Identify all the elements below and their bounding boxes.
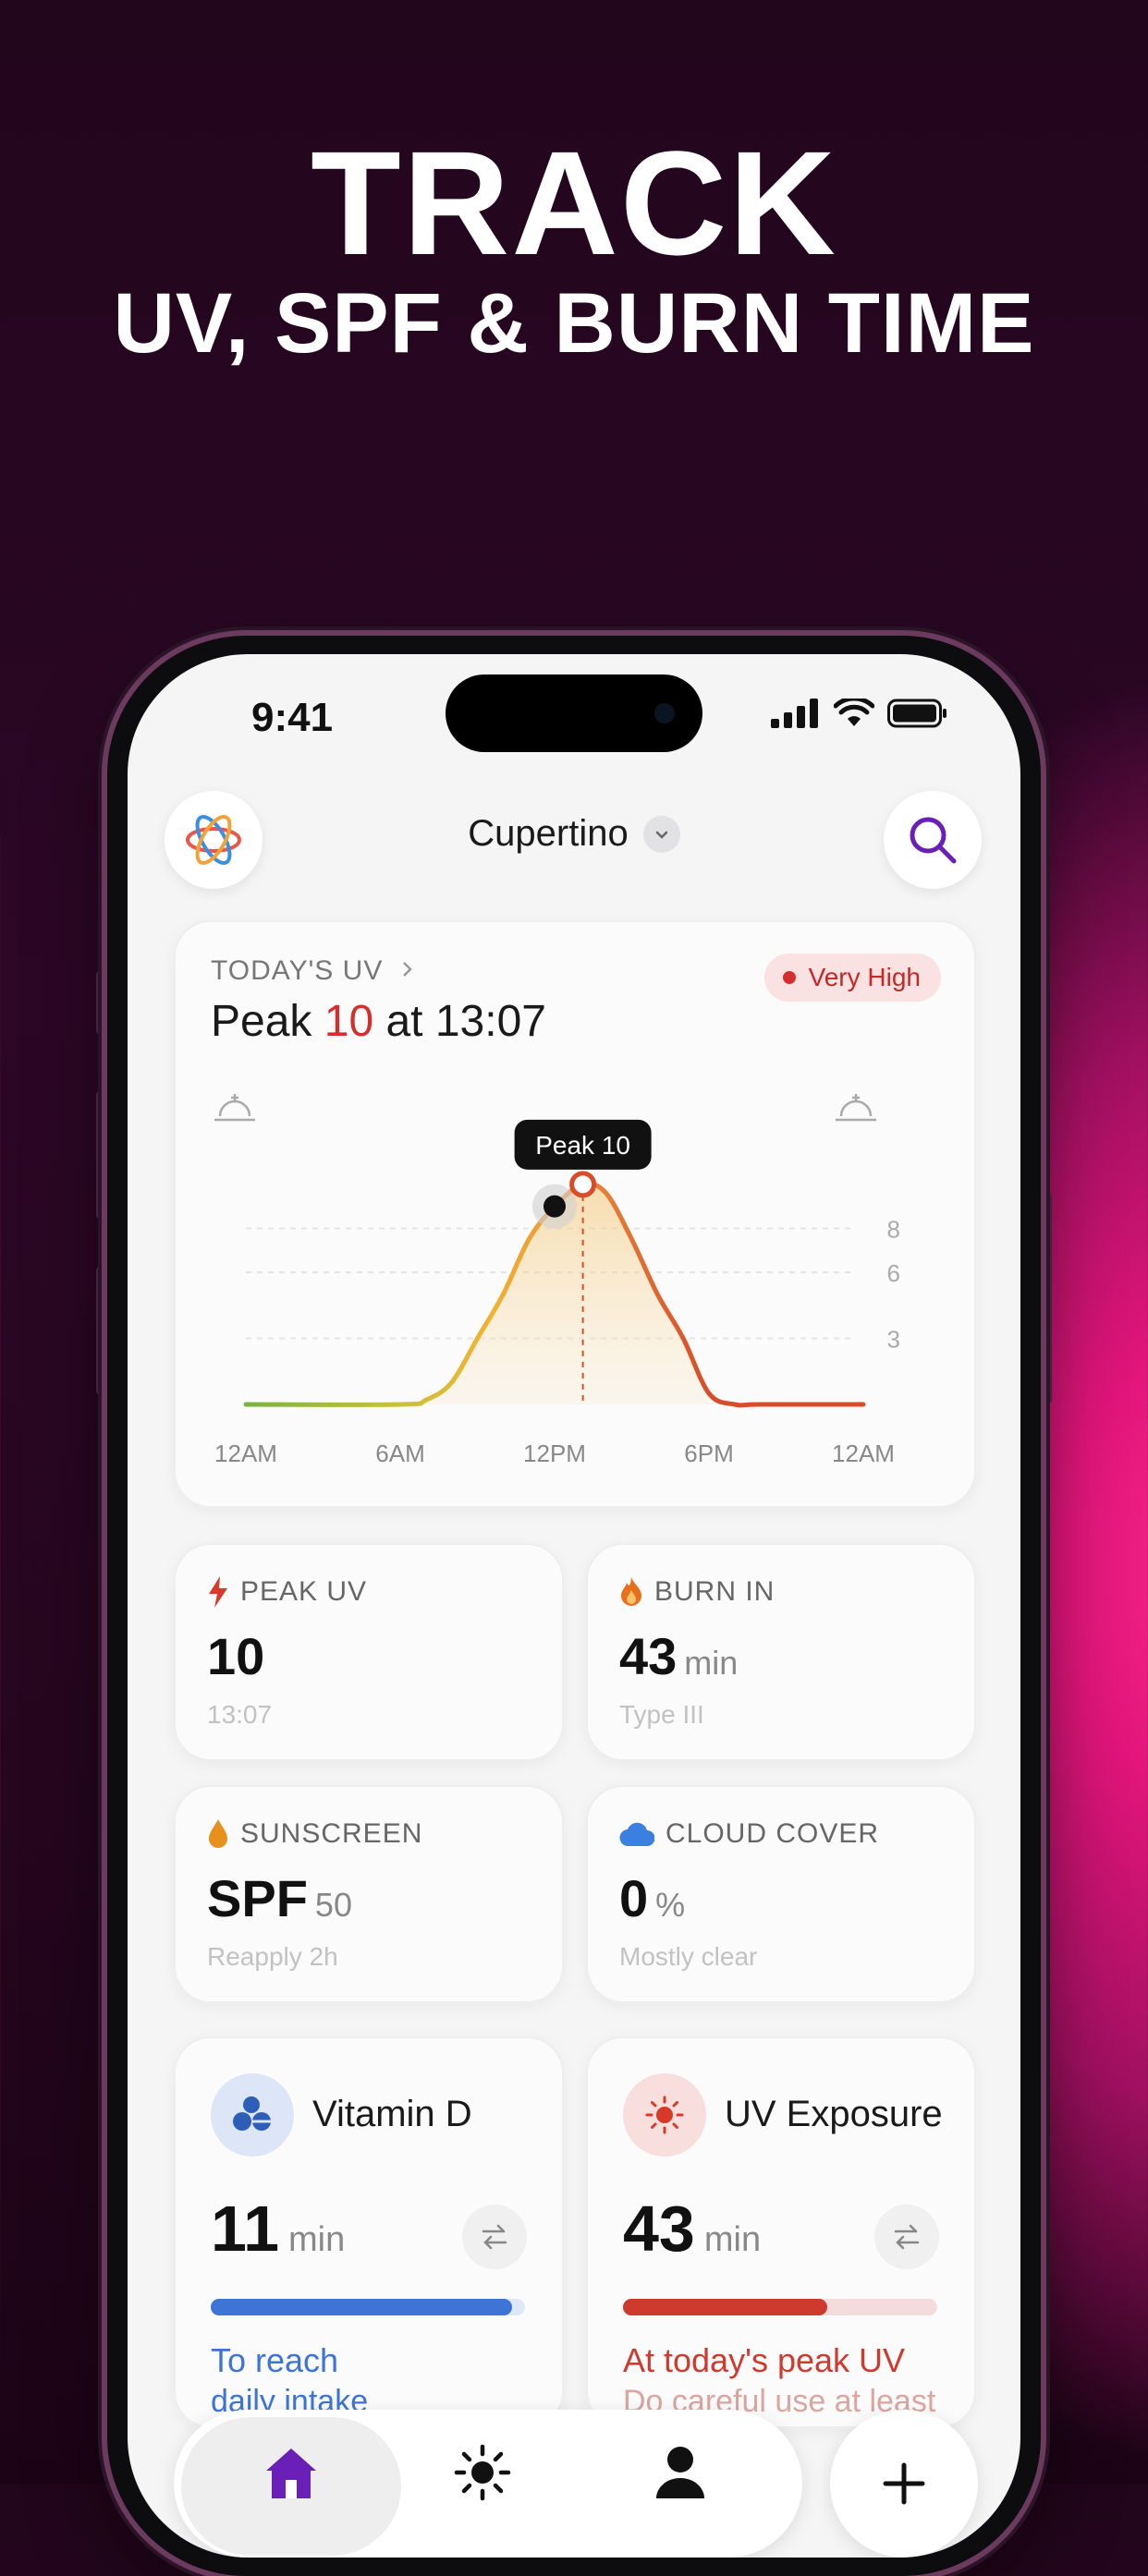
uv-exposure-note: At today's peak UV bbox=[623, 2341, 906, 2379]
y-tick-label: 3 bbox=[887, 1326, 900, 1354]
home-icon bbox=[266, 2448, 316, 2498]
lightning-icon bbox=[209, 1576, 227, 1608]
chevron-right-icon bbox=[402, 962, 412, 977]
cloud-description: Mostly clear bbox=[619, 1942, 758, 1971]
uv-chart[interactable]: 8 6 3 Peak 10 12AM 6AM 12PM 6PM 12AM bbox=[176, 1061, 974, 1486]
x-tick-label: 12AM bbox=[832, 1440, 895, 1467]
current-time-marker bbox=[543, 1195, 566, 1218]
side-button bbox=[96, 970, 105, 1035]
side-button bbox=[96, 1266, 105, 1395]
cloud-cover-value: 0% bbox=[619, 1869, 686, 1927]
uv-peak-summary: Peak 10 at 13:07 bbox=[211, 997, 546, 1046]
chevron-down-icon bbox=[642, 815, 680, 853]
status-badge: Very High bbox=[763, 954, 941, 1002]
skin-type: Type III bbox=[619, 1700, 704, 1729]
swap-icon[interactable] bbox=[462, 2205, 527, 2269]
peak-uv-time: 13:07 bbox=[207, 1700, 273, 1729]
side-button bbox=[96, 1090, 105, 1220]
flame-icon bbox=[621, 1577, 641, 1606]
swap-icon[interactable] bbox=[874, 2205, 939, 2269]
vitamin-d-note: To reach bbox=[211, 2341, 339, 2379]
y-tick-label: 8 bbox=[887, 1215, 900, 1243]
x-tick-label: 6AM bbox=[375, 1440, 424, 1467]
x-tick-label: 12PM bbox=[523, 1440, 586, 1467]
sun-icon bbox=[623, 2073, 706, 2157]
uv-exposure-card[interactable]: UV Exposure 43 min At today's peak UV Do … bbox=[586, 2036, 976, 2428]
cloud-cover-card[interactable]: CLOUD COVER 0% Mostly clear bbox=[586, 1785, 976, 2003]
search-button[interactable] bbox=[884, 791, 982, 889]
x-tick-label: 6PM bbox=[684, 1440, 733, 1467]
status-time: 9:41 bbox=[251, 695, 334, 740]
burn-in-card[interactable]: BURN IN 43 min Type III bbox=[586, 1543, 976, 1761]
uv-exposure-progress bbox=[623, 2299, 937, 2315]
wifi-icon bbox=[834, 699, 874, 726]
cloud-icon bbox=[619, 1822, 654, 1846]
signal-icon bbox=[771, 699, 818, 728]
app-screen: 9:41 Cupertino TODAY'S UV Peak 10 at 13:… bbox=[128, 654, 1020, 2558]
headline-title: TRACK bbox=[311, 120, 837, 286]
burn-in-value: 43 min bbox=[619, 1627, 739, 1685]
peak-uv-value: 10 bbox=[207, 1627, 265, 1685]
peak-uv-card[interactable]: PEAK UV 10 13:07 bbox=[174, 1543, 564, 1761]
vitamin-d-card[interactable]: Vitamin D 11 min To reach daily intake bbox=[174, 2036, 564, 2428]
vitamin-d-progress bbox=[211, 2299, 525, 2315]
tab-bar bbox=[174, 2410, 802, 2558]
today-uv-card[interactable]: TODAY'S UV Peak 10 at 13:07 Very High 8 … bbox=[174, 920, 976, 1508]
location-name: Cupertino bbox=[468, 813, 629, 854]
peak-point bbox=[569, 1171, 597, 1198]
search-icon bbox=[910, 817, 957, 864]
sun-tab-icon[interactable] bbox=[453, 2443, 512, 2502]
sunscreen-value: SPF 50 bbox=[207, 1869, 352, 1927]
side-button bbox=[1043, 1192, 1052, 1404]
profile-icon[interactable] bbox=[654, 2443, 706, 2502]
headline-subtitle: UV, SPF & BURN TIME bbox=[113, 276, 1035, 371]
battery-icon bbox=[887, 699, 946, 728]
plus-icon bbox=[883, 2462, 925, 2505]
uv-exposure-value: 43 min bbox=[623, 2193, 762, 2265]
pills-icon bbox=[211, 2073, 294, 2157]
drop-icon bbox=[209, 1819, 227, 1848]
peak-tooltip: Peak 10 bbox=[514, 1119, 652, 1170]
reapply-time: Reapply 2h bbox=[207, 1942, 338, 1971]
dynamic-island bbox=[446, 674, 702, 752]
peak-tooltip-label: Peak 10 bbox=[535, 1131, 630, 1160]
uv-exposure-title: UV Exposure bbox=[725, 2094, 943, 2134]
sunscreen-card[interactable]: SUNSCREEN SPF 50 Reapply 2h bbox=[174, 1785, 564, 2003]
vitamin-d-title: Vitamin D bbox=[312, 2094, 472, 2134]
vitamin-d-value: 11 min bbox=[211, 2193, 346, 2265]
y-tick-label: 6 bbox=[887, 1259, 900, 1287]
today-uv-label[interactable]: TODAY'S UV bbox=[211, 955, 416, 987]
x-tick-label: 12AM bbox=[214, 1440, 277, 1467]
sunset-icon bbox=[836, 1094, 876, 1122]
add-button[interactable] bbox=[830, 2410, 978, 2558]
status-icons bbox=[771, 699, 948, 728]
sunrise-icon bbox=[214, 1094, 255, 1122]
